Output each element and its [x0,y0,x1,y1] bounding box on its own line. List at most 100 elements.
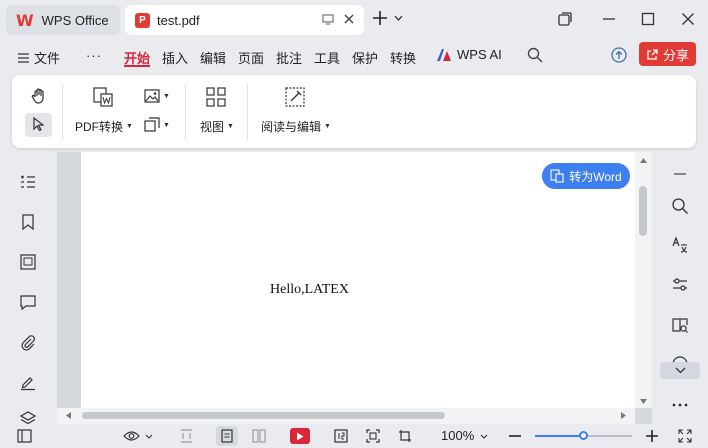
toggle-sidebar-icon[interactable] [17,428,32,444]
cloud-upload-icon[interactable] [610,47,628,63]
minimize-icon[interactable] [602,11,616,27]
monitor-icon[interactable] [322,13,334,25]
sidebar-expand-button[interactable] [660,362,700,379]
pdf-to-image-icon[interactable]: ▼ [144,88,170,104]
vertical-scroll-thumb[interactable] [639,186,647,236]
menu-annotate[interactable]: 批注 [276,48,302,67]
menu-bar: 文件 ··· 开始 插入 编辑 页面 批注 工具 保护 转换 WPS AI [0,40,708,72]
zoom-slider-handle[interactable] [578,431,588,440]
search-icon[interactable] [671,197,689,215]
single-page-icon[interactable] [216,426,238,446]
more-menu[interactable]: ··· [86,48,102,63]
zoom-in-icon[interactable] [646,428,658,444]
comment-icon[interactable] [19,293,37,311]
translate-icon[interactable] [671,236,689,254]
convert-to-word-label: 转为Word [569,169,622,184]
more-options-icon[interactable] [671,396,689,414]
view-label: 视图 [200,120,225,134]
hamburger-icon [18,52,29,63]
share-icon [646,48,659,61]
collapse-panel-icon[interactable] [671,165,689,183]
active-tab-indicator [124,65,150,67]
file-menu[interactable]: 文件 [18,48,60,67]
menu-convert[interactable]: 转换 [390,48,416,67]
menu-edit[interactable]: 编辑 [200,48,226,67]
outline-icon[interactable] [19,173,37,191]
convert-to-word-button[interactable]: 转为Word [542,163,630,189]
ribbon-toolbar [12,75,696,148]
ribbon-divider [62,83,63,141]
scroll-left-icon[interactable] [66,412,71,419]
attachment-icon[interactable] [19,333,37,351]
thumbnail-icon[interactable] [19,253,37,271]
zoom-level[interactable]: 100% [441,428,474,443]
file-menu-label: 文件 [34,51,61,66]
wps-ai-icon [436,48,452,62]
chevron-down-icon[interactable]: ▼ [163,93,170,100]
close-tab-icon[interactable] [343,13,355,25]
chevron-down-icon: ▼ [227,123,234,130]
pdf-file-icon: P [135,12,150,28]
double-page-icon[interactable] [252,428,266,444]
pdf-page[interactable] [81,152,635,408]
fit-width-icon[interactable] [180,428,193,444]
menu-tools[interactable]: 工具 [314,48,340,67]
word-convert-icon [550,169,564,183]
smart-read-icon[interactable] [671,316,689,334]
tab-test-pdf-label: test.pdf [157,12,200,28]
share-label: 分享 [662,47,689,63]
bookmark-icon[interactable] [19,213,37,231]
menu-page[interactable]: 页面 [238,48,264,67]
pdf-to-word-icon[interactable] [92,86,114,108]
scroll-down-icon[interactable] [640,399,647,404]
chevron-down-icon: ▼ [324,123,331,130]
chevron-down-icon[interactable]: ▼ [163,122,170,129]
pdf-convert-button[interactable]: PDF转换 ▼ [75,118,133,135]
wps-ai-label: WPS AI [457,47,502,62]
layers-icon[interactable] [19,410,37,424]
eye-protection-icon[interactable] [123,428,153,444]
signature-icon[interactable] [19,373,37,391]
zoom-out-icon[interactable] [509,428,521,444]
view-button[interactable]: 视图 ▼ [200,118,234,135]
fullscreen-icon[interactable] [678,428,692,444]
read-edit-icon[interactable] [284,86,306,108]
read-edit-label: 阅读与编辑 [261,120,322,134]
maximize-icon[interactable] [641,11,655,27]
scroll-right-icon[interactable] [621,412,626,419]
settings-sliders-icon[interactable] [671,276,689,294]
pdf-to-other-icon[interactable]: ▼ [144,117,170,133]
restore-window-icon[interactable] [557,11,573,27]
new-tab-button[interactable] [372,10,403,26]
scroll-up-icon[interactable] [640,158,647,163]
plus-icon [372,10,388,26]
play-icon[interactable] [290,428,310,444]
hand-tool-icon[interactable] [30,87,48,105]
horizontal-scroll-thumb[interactable] [82,412,445,419]
wps-logo-icon: W [16,10,34,30]
menu-protect[interactable]: 保护 [352,48,378,67]
chevron-down-icon[interactable] [394,15,403,21]
tab-wps-office[interactable]: W WPS Office [6,5,120,35]
share-button[interactable]: 分享 [639,42,696,66]
title-bar: W WPS Office P test.pdf [0,0,708,40]
chevron-down-icon [675,367,686,374]
crop-icon[interactable] [398,428,412,444]
page-text: Hello,LATEX [270,282,349,297]
ribbon-divider [247,83,248,141]
close-window-icon[interactable] [681,11,695,27]
tab-wps-office-label: WPS Office [41,12,109,28]
menu-wps-ai[interactable]: WPS AI [436,47,502,62]
select-cursor-icon[interactable] [31,116,47,132]
view-grid-icon[interactable] [205,86,227,108]
read-edit-button[interactable]: 阅读与编辑 ▼ [261,118,331,135]
page-number-icon[interactable] [334,428,348,444]
ribbon-divider [185,83,186,141]
chevron-down-icon: ▼ [126,123,133,130]
fit-page-icon[interactable] [366,428,380,444]
zoom-slider-fill [535,435,584,437]
tab-test-pdf[interactable]: P test.pdf [125,5,364,35]
menu-insert[interactable]: 插入 [162,48,188,67]
search-icon[interactable] [527,47,543,63]
chevron-down-icon[interactable] [480,428,488,444]
